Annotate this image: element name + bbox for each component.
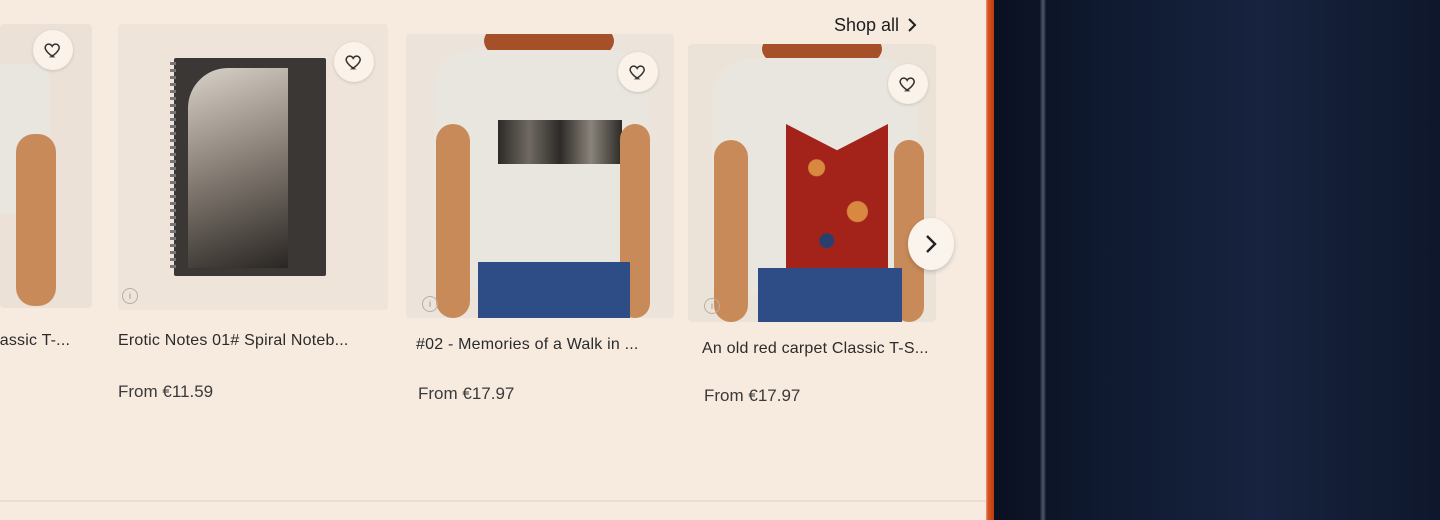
heart-outline-icon <box>44 43 60 58</box>
product-price: From €11.59 <box>118 382 214 401</box>
device-glare <box>1040 0 1046 520</box>
info-icon[interactable]: i <box>122 288 138 304</box>
arm-shape <box>714 140 748 322</box>
product-card[interactable]: i #02 - Memories of a Walk in ... From €… <box>406 34 676 414</box>
shop-all-link[interactable]: Shop all <box>834 12 917 38</box>
carousel-next-button[interactable] <box>908 218 954 270</box>
product-title[interactable]: An old red carpet Classic T-S... <box>702 340 929 358</box>
heart-outline-icon <box>899 77 915 92</box>
favorite-button[interactable] <box>618 52 658 92</box>
jeans-shape <box>758 268 902 322</box>
spiral-binding <box>170 62 176 272</box>
chevron-right-icon <box>926 235 937 253</box>
product-title[interactable]: Erotic Notes 01# Spiral Noteb... <box>118 332 349 350</box>
jeans-shape <box>478 262 630 318</box>
info-icon[interactable]: i <box>422 296 438 312</box>
notebook-photo-highlight <box>188 68 288 268</box>
notebook-shape <box>170 58 326 276</box>
heart-outline-icon <box>345 55 361 70</box>
heart-outline-icon <box>629 65 645 80</box>
product-carousel-screen: Shop all lassic T-... i Erotic Notes 01#… <box>0 0 986 520</box>
product-title[interactable]: #02 - Memories of a Walk in ... <box>416 336 639 354</box>
product-price: From €17.97 <box>704 386 801 405</box>
shirt-print <box>498 120 622 164</box>
product-card[interactable]: i Erotic Notes 01# Spiral Noteb... From … <box>118 24 388 404</box>
favorite-button[interactable] <box>33 30 73 70</box>
chevron-right-icon <box>908 18 917 32</box>
arm-shape <box>16 134 56 306</box>
arm-shape <box>436 124 470 318</box>
product-price: From €17.97 <box>418 384 515 403</box>
section-divider <box>0 500 986 502</box>
info-icon[interactable]: i <box>704 298 720 314</box>
shop-all-label: Shop all <box>834 14 900 35</box>
dark-background <box>990 0 1440 520</box>
favorite-button[interactable] <box>888 64 928 104</box>
product-title[interactable]: lassic T-... <box>0 332 70 350</box>
favorite-button[interactable] <box>334 42 374 82</box>
product-card[interactable]: lassic T-... <box>0 24 92 404</box>
